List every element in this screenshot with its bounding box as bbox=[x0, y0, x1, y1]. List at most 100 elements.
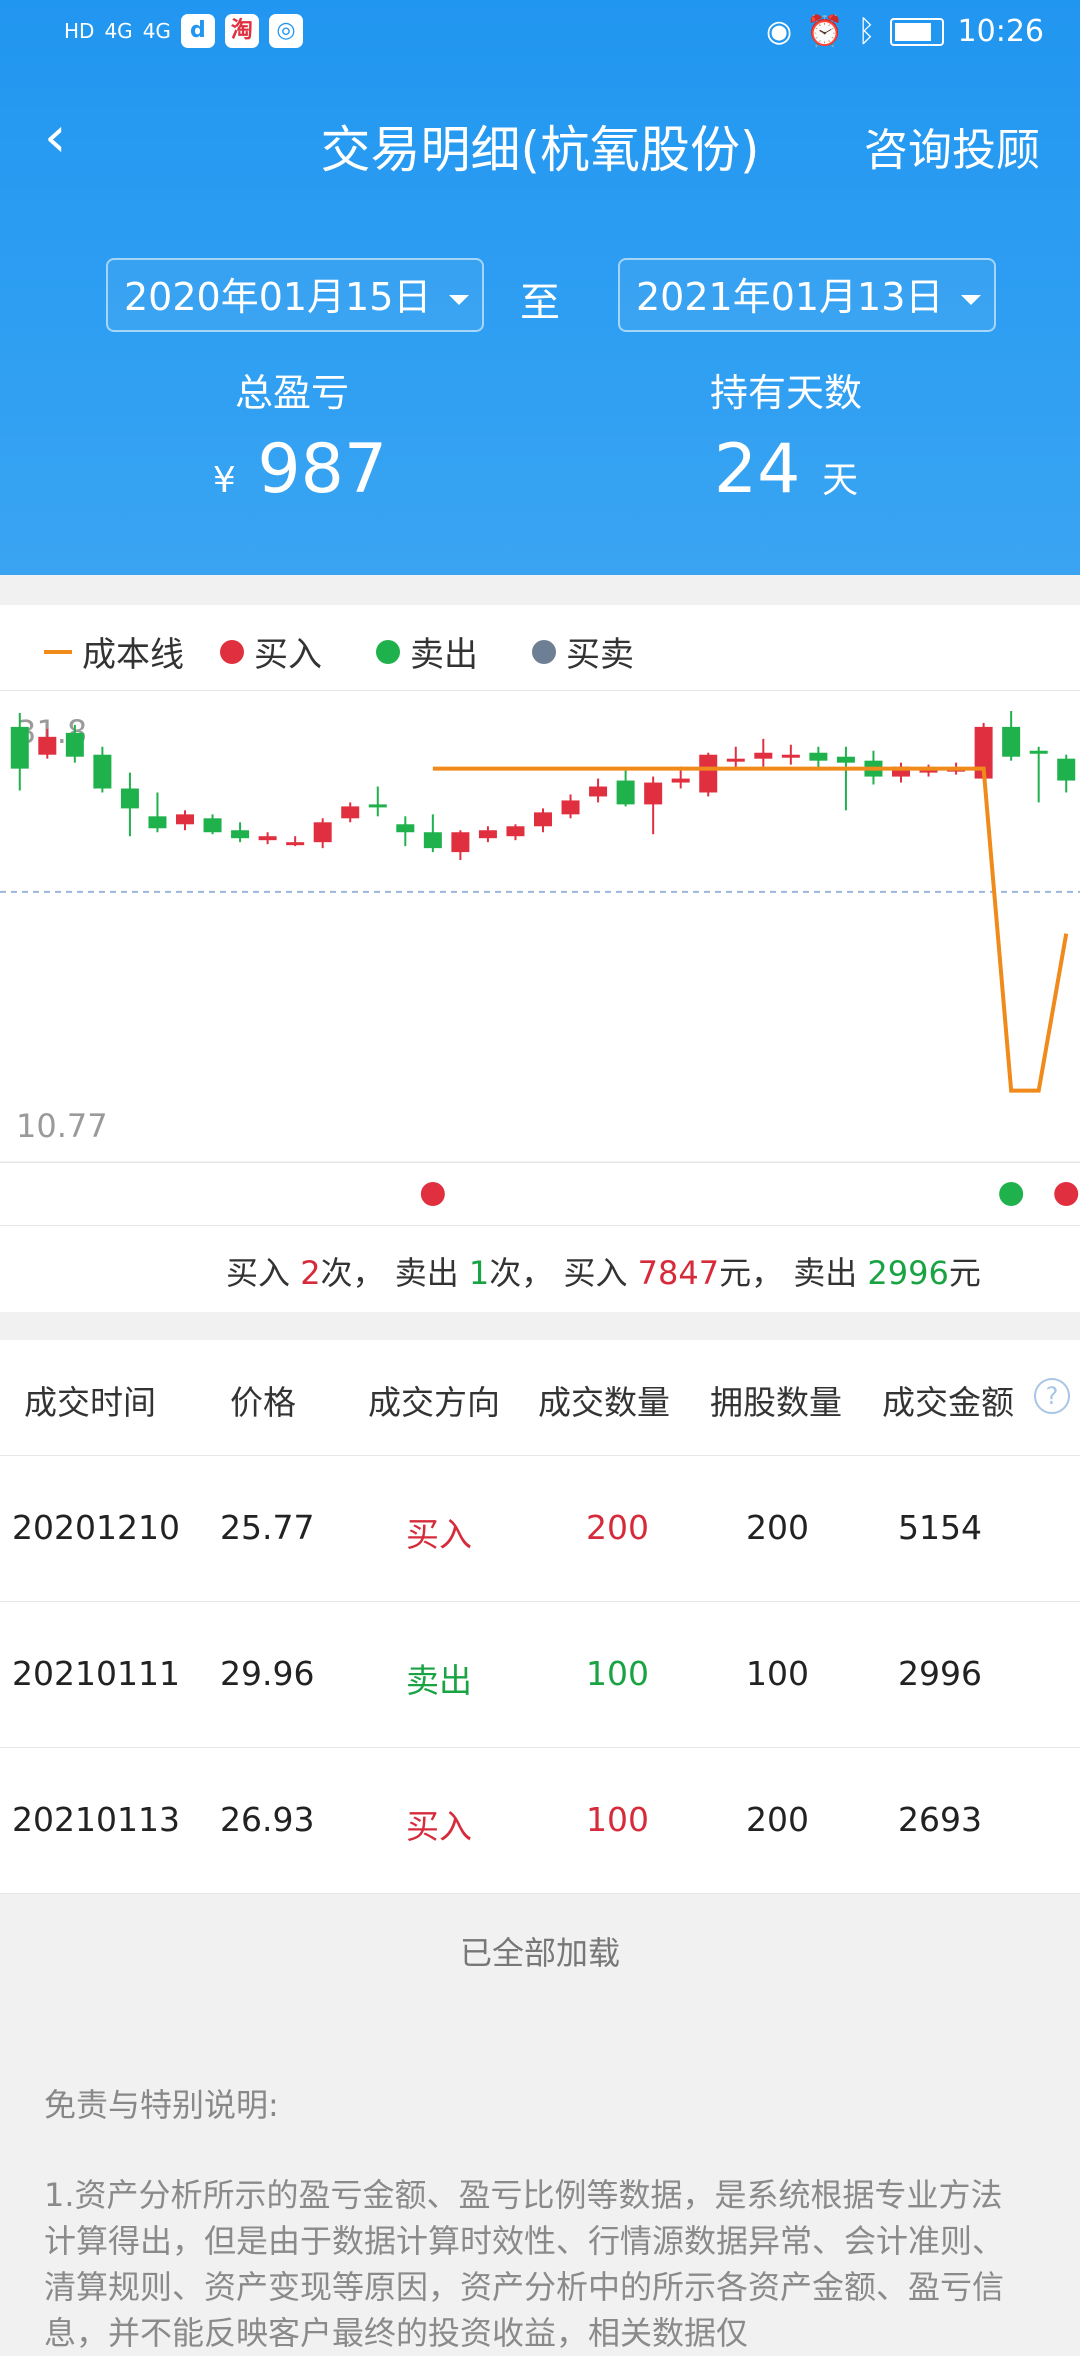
candle-body bbox=[286, 842, 305, 846]
cell-time: 20210111 bbox=[12, 1654, 180, 1693]
cell-amount: 2996 bbox=[898, 1654, 982, 1693]
legend-sell: 卖出 bbox=[376, 627, 478, 676]
battery-icon bbox=[889, 17, 944, 46]
col-holding: 拥股数量 bbox=[710, 1383, 842, 1422]
total-pnl-value: ¥ 987 bbox=[190, 430, 410, 509]
candle-body bbox=[203, 818, 222, 833]
consult-advisor-button[interactable]: 咨询投顾 bbox=[864, 114, 1040, 178]
candle bbox=[534, 808, 552, 833]
dropdown-icon bbox=[449, 294, 470, 305]
candle-body bbox=[231, 830, 250, 839]
cell-holding: 200 bbox=[746, 1800, 809, 1839]
candle-body bbox=[341, 806, 360, 819]
candle-body bbox=[726, 758, 745, 762]
trade-table: 成交时间 价格 成交方向 成交数量 拥股数量 成交金额 ? 20201210 2… bbox=[0, 1340, 1080, 1894]
candle bbox=[781, 744, 800, 765]
cell-price: 29.96 bbox=[220, 1654, 315, 1693]
start-date-value: 2020年01月15日 bbox=[124, 275, 432, 319]
table-row[interactable]: 20210113 26.93 买入 100 200 2693 bbox=[0, 1748, 1080, 1894]
candle-body bbox=[809, 752, 828, 761]
cost-line-swatch bbox=[44, 649, 72, 654]
app-icon-2: 淘 bbox=[224, 14, 259, 48]
candle bbox=[203, 814, 222, 835]
candle-body bbox=[176, 814, 194, 825]
candle-body bbox=[1029, 750, 1048, 754]
all-loaded-text: 已全部加载 bbox=[459, 1934, 620, 1972]
cell-price: 26.93 bbox=[220, 1800, 315, 1839]
candle-body bbox=[478, 830, 497, 839]
candle-body bbox=[1002, 726, 1021, 757]
legend-buy: 买入 bbox=[220, 627, 322, 676]
currency-symbol: ¥ bbox=[212, 460, 236, 501]
trade-marks-svg bbox=[420, 1182, 1079, 1206]
y-bottom-label: 10.77 bbox=[16, 1107, 108, 1145]
summary-sell-amount-suffix: 元 bbox=[948, 1254, 981, 1292]
candle-body bbox=[93, 754, 112, 789]
col-price: 价格 bbox=[230, 1383, 296, 1422]
status-bar: HD 4G 4G d 淘 ◎ ◉ ⏰ ᛒ 10:26 bbox=[0, 0, 1080, 72]
table-row[interactable]: 20210111 29.96 卖出 100 100 2996 bbox=[0, 1602, 1080, 1748]
holding-days-label: 持有天数 bbox=[709, 371, 862, 415]
candle bbox=[423, 814, 442, 853]
candle-body bbox=[589, 786, 608, 797]
candle-body bbox=[699, 754, 718, 793]
buy-mark[interactable] bbox=[420, 1182, 445, 1206]
date-separator: 至 bbox=[520, 280, 560, 326]
bluetooth-icon: ᛒ bbox=[857, 14, 876, 49]
legend-cost-line: 成本线 bbox=[44, 627, 184, 676]
hd-indicator: HD bbox=[64, 19, 95, 43]
candle bbox=[754, 738, 773, 767]
cell-amount: 2693 bbox=[898, 1800, 982, 1839]
sell-mark[interactable] bbox=[999, 1182, 1024, 1206]
candle bbox=[726, 746, 745, 769]
cell-time: 20201210 bbox=[12, 1508, 180, 1547]
summary-text: 买入 2次， 卖出 1次， 买入 7847元， 卖出 2996元 bbox=[226, 1248, 981, 1294]
candle bbox=[231, 822, 250, 843]
candle bbox=[1029, 746, 1048, 803]
candle bbox=[93, 746, 112, 793]
candlestick-chart[interactable]: 31.8 10.77 bbox=[0, 690, 1080, 1161]
candle bbox=[616, 770, 635, 807]
summary-buy-count: 2 bbox=[300, 1254, 321, 1292]
table-row[interactable]: 20201210 25.77 买入 200 200 5154 bbox=[0, 1456, 1080, 1602]
disclaimer-title: 免责与特别说明: bbox=[44, 2086, 279, 2124]
summary-buy-prefix: 买入 bbox=[226, 1254, 301, 1292]
help-icon[interactable]: ? bbox=[1034, 1378, 1070, 1414]
summary-buy-amount: 7847 bbox=[637, 1254, 720, 1292]
candle-body bbox=[10, 726, 29, 769]
clock: 10:26 bbox=[957, 14, 1044, 49]
app-icon-3: ◎ bbox=[268, 14, 303, 48]
holding-days-value: 24 天 bbox=[686, 430, 886, 509]
candle-body bbox=[836, 756, 855, 763]
candle bbox=[836, 746, 855, 811]
dropdown-icon bbox=[961, 294, 982, 305]
cell-holding: 100 bbox=[746, 1654, 809, 1693]
total-pnl-label: 总盈亏 bbox=[234, 371, 349, 415]
end-date-select[interactable]: 2021年01月13日 bbox=[618, 258, 996, 332]
cell-direction: 卖出 bbox=[406, 1661, 472, 1700]
candle bbox=[561, 794, 580, 819]
candle bbox=[341, 802, 360, 823]
sell-dot-icon bbox=[376, 639, 400, 664]
candle bbox=[1057, 754, 1076, 793]
legend-sell-label: 卖出 bbox=[410, 635, 478, 675]
candle-body bbox=[754, 752, 773, 759]
end-date-value: 2021年01月13日 bbox=[636, 275, 944, 319]
candle-body bbox=[561, 800, 580, 815]
eye-icon: ◉ bbox=[765, 14, 793, 49]
candle-body bbox=[534, 812, 552, 827]
candle-body bbox=[671, 778, 690, 783]
candle bbox=[368, 786, 387, 817]
nav-bar: ‹ 交易明细(杭氧股份) 咨询投顾 bbox=[0, 80, 1080, 200]
buy-mark[interactable] bbox=[1054, 1182, 1079, 1206]
summary-buy-amount-suffix: 元， 卖出 bbox=[719, 1254, 868, 1292]
table-header: 成交时间 价格 成交方向 成交数量 拥股数量 成交金额 ? bbox=[0, 1340, 1080, 1456]
candle bbox=[506, 824, 525, 841]
header: HD 4G 4G d 淘 ◎ ◉ ⏰ ᛒ 10:26 ‹ 交易明细(杭氧股份) … bbox=[0, 0, 1080, 575]
col-amount: 成交金额 bbox=[882, 1383, 1014, 1422]
start-date-select[interactable]: 2020年01月15日 bbox=[106, 258, 484, 332]
cost-line bbox=[432, 766, 1069, 1093]
candle bbox=[1002, 710, 1021, 761]
candle bbox=[313, 818, 332, 849]
candle-body bbox=[1057, 758, 1076, 781]
